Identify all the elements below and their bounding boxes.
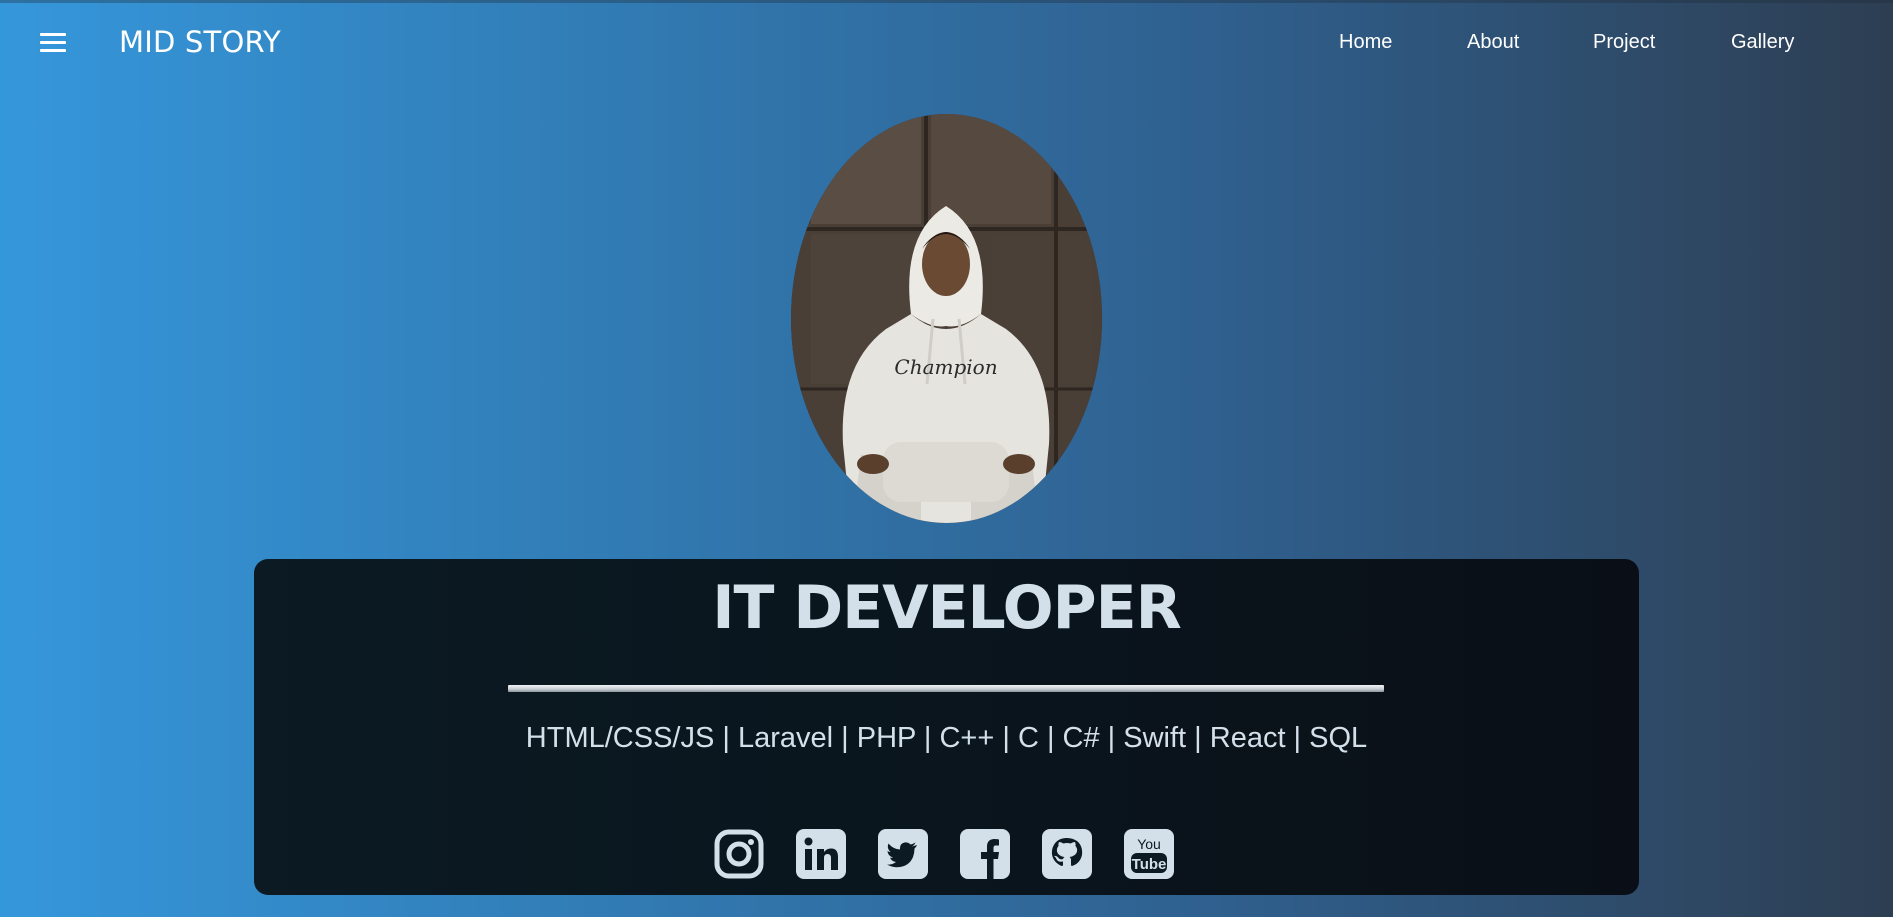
navbar: MID STORY Home About Project Gallery [0, 0, 1893, 84]
twitter-icon[interactable] [878, 829, 928, 879]
intro-card: IT DEVELOPER HTML/CSS/JS | Laravel | PHP… [254, 559, 1639, 895]
title-divider [508, 685, 1384, 692]
svg-text:Tube: Tube [1132, 856, 1167, 873]
nav-link-home[interactable]: Home [1339, 31, 1392, 54]
hamburger-menu-icon[interactable] [38, 30, 68, 54]
nav-link-about[interactable]: About [1467, 31, 1519, 54]
profile-photo: Champion [791, 114, 1102, 523]
instagram-icon[interactable] [714, 829, 764, 879]
skills-text: HTML/CSS/JS | Laravel | PHP | C++ | C | … [525, 722, 1368, 754]
youtube-icon[interactable]: You Tube [1124, 829, 1174, 879]
social-links: You Tube [714, 829, 1184, 881]
facebook-icon[interactable] [960, 829, 1010, 879]
brand-logo-text[interactable]: MID STORY [119, 25, 281, 59]
linkedin-icon[interactable] [796, 829, 846, 879]
svg-text:Champion: Champion [894, 355, 997, 379]
nav-link-project[interactable]: Project [1593, 31, 1655, 54]
svg-text:You: You [1137, 836, 1161, 852]
github-icon[interactable] [1042, 829, 1092, 879]
nav-link-gallery[interactable]: Gallery [1731, 31, 1794, 54]
card-title: IT DEVELOPER [712, 573, 1182, 643]
